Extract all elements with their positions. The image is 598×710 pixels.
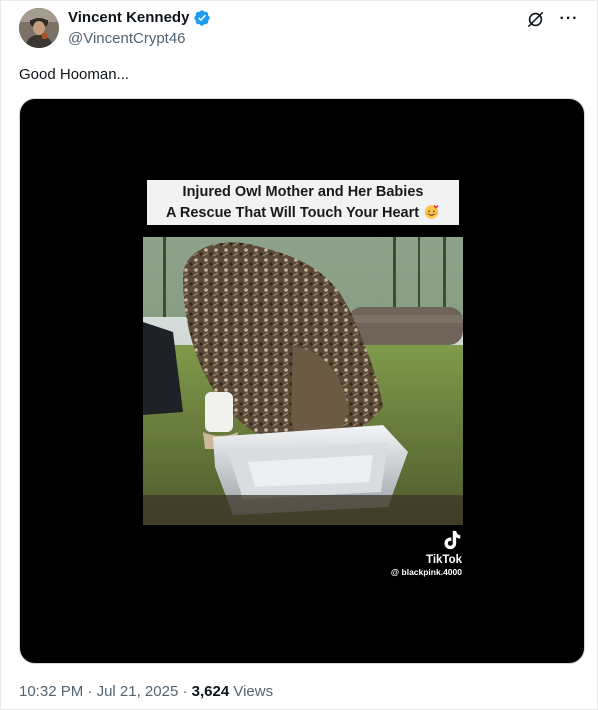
grok-icon[interactable] (525, 9, 545, 29)
smiling-face-with-hearts-icon (423, 204, 440, 220)
meta-separator: · (178, 683, 192, 700)
tiktok-label: TikTok (426, 554, 462, 566)
avatar[interactable] (19, 8, 59, 48)
video-caption-line-2-row: A Rescue That Will Touch Your Heart (166, 203, 440, 224)
owl-video-frame (143, 237, 463, 525)
tweet-time[interactable]: 10:32 PM (19, 683, 83, 700)
meta-separator: · (83, 683, 97, 700)
tweet-meta: 10:32 PM · Jul 21, 2025 · 3,624 Views (19, 682, 273, 702)
tweet-card: Vincent Kennedy @VincentCrypt46 ··· Good… (0, 0, 598, 710)
more-options-icon[interactable]: ··· (559, 9, 579, 29)
tiktok-logo-icon (444, 530, 461, 550)
video-caption-line-1: Injured Owl Mother and Her Babies (182, 183, 424, 200)
avatar-photo-icon (19, 8, 59, 48)
tiktok-watermark: TikTok @ blackpink.4000 (382, 529, 462, 578)
video-caption: Injured Owl Mother and Her Babies A Resc… (147, 180, 459, 225)
tiktok-username: @ blackpink.4000 (390, 567, 462, 577)
views-label: Views (229, 683, 274, 700)
author-handle[interactable]: @VincentCrypt46 (68, 30, 186, 48)
video-caption-line-2: A Rescue That Will Touch Your Heart (165, 204, 420, 221)
video-media[interactable]: Injured Owl Mother and Her Babies A Resc… (19, 98, 585, 664)
tweet-text: Good Hooman... (19, 66, 130, 83)
author-display-name[interactable]: Vincent Kennedy (68, 9, 189, 27)
tweet-date[interactable]: Jul 21, 2025 (97, 683, 179, 700)
verified-badge-icon (193, 9, 211, 27)
views-count[interactable]: 3,624 (192, 683, 230, 700)
